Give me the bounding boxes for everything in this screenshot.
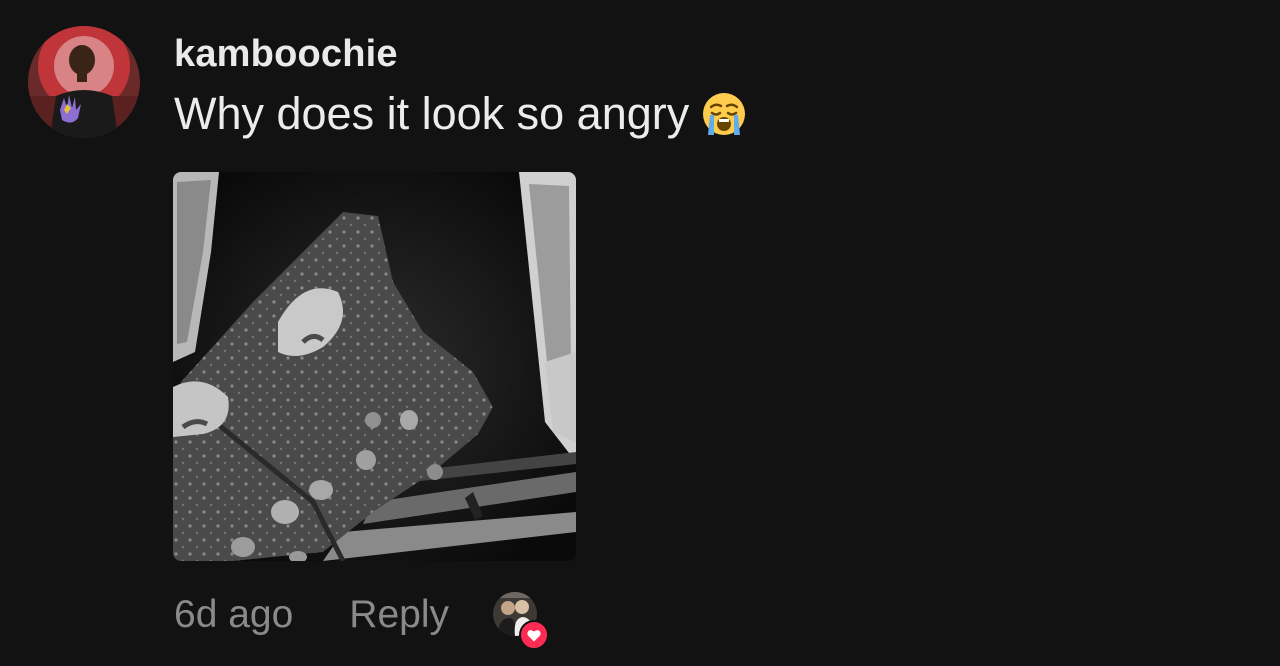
commenter-avatar[interactable] — [28, 26, 140, 138]
comment-image-attachment[interactable] — [173, 172, 576, 561]
comment-text: Why does it look so angry — [174, 88, 690, 139]
loudly-crying-face-icon — [701, 91, 747, 137]
commenter-username[interactable]: kamboochie — [174, 33, 398, 76]
comment-item: kamboochie Why does it look so angry 6d … — [0, 0, 1280, 666]
creator-liked-indicator[interactable] — [493, 592, 550, 650]
heart-icon — [519, 620, 550, 650]
comment-text-line: Why does it look so angry — [174, 88, 747, 140]
comment-meta: 6d ago Reply — [174, 590, 550, 650]
reply-button[interactable]: Reply — [349, 593, 449, 637]
comment-timestamp: 6d ago — [174, 593, 294, 636]
